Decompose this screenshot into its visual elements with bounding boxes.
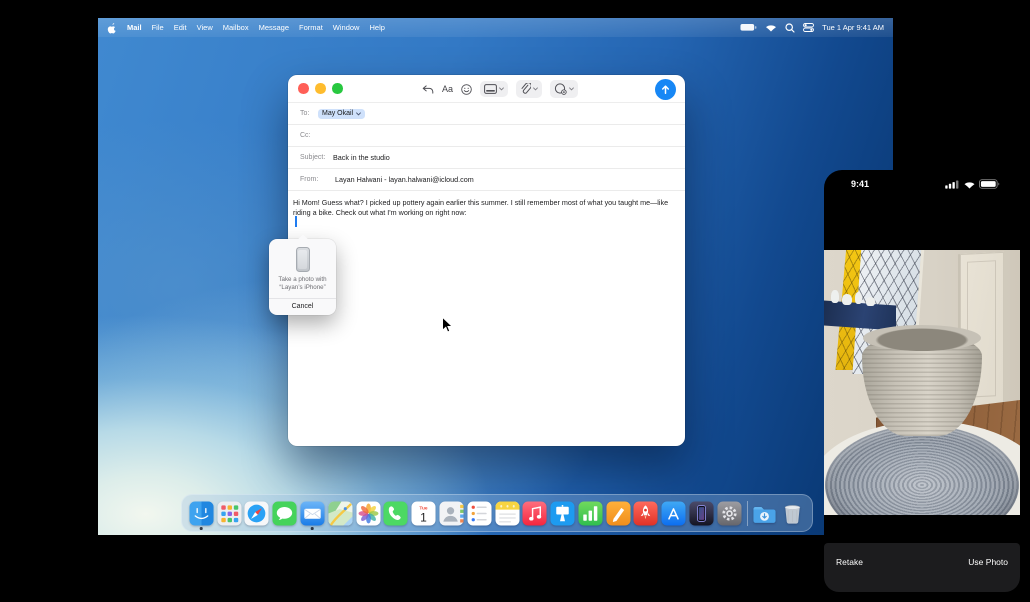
retake-button[interactable]: Retake [836,557,863,567]
pottery-piece [831,290,839,303]
subject-field[interactable]: Subject: Back in the studio [288,147,685,169]
svg-text:1: 1 [420,510,427,524]
pottery-piece [866,297,875,306]
battery-icon [979,179,1000,189]
from-value: Layan Halwani - layan.halwani@icloud.com [335,175,474,184]
dock-settings-icon[interactable] [717,501,742,526]
mac-display: Mail File Edit View Mailbox Message Format Wind… [98,18,893,535]
apple-menu[interactable] [107,22,117,34]
iphone-clock: 9:41 [851,179,869,189]
fullscreen-button[interactable] [332,83,343,94]
send-button[interactable] [655,79,676,100]
dock: Tue1 [181,494,813,532]
dock-messages-icon[interactable] [272,501,297,526]
message-body[interactable]: Hi Mom! Guess what? I picked up pottery … [288,191,685,217]
continuity-camera-button[interactable] [550,80,578,98]
cancel-button[interactable]: Cancel [269,299,336,315]
popover-text: Take a photo with “Layan’s iPhone” [269,276,336,292]
dock-rocket-icon[interactable] [633,501,658,526]
dock-keynote-icon[interactable] [550,501,575,526]
menu-item-view[interactable]: View [197,23,213,32]
undo-icon[interactable] [422,85,434,94]
dock-phone-icon[interactable] [383,501,408,526]
menu-item-message[interactable]: Message [259,23,289,32]
cellular-icon [945,180,959,189]
wifi-icon[interactable] [765,23,777,32]
dock-notes-icon[interactable] [495,501,520,526]
shelf [824,300,896,330]
emoji-icon[interactable] [461,84,472,95]
iphone-screen: 9:41 Retake Use Photo [824,170,1020,597]
media-browser-button[interactable] [480,81,508,97]
menu-clock[interactable]: Tue 1 Apr 9:41 AM [822,23,884,32]
to-label: To: [300,110,318,117]
menu-item-mailbox[interactable]: Mailbox [223,23,249,32]
menu-item-file[interactable]: File [152,23,164,32]
dock-downloads-icon[interactable] [752,501,777,526]
battery-icon[interactable] [740,23,757,32]
from-label: From: [300,176,335,183]
dock-contacts-icon[interactable] [439,501,464,526]
clay-bowl [862,328,982,442]
dock-launchpad-icon[interactable] [217,501,242,526]
close-button[interactable] [298,83,309,94]
chevron-down-icon [356,112,361,116]
compose-toolbar: Aa [422,75,578,103]
dock-mail-icon[interactable] [300,501,325,526]
menu-status-area: Tue 1 Apr 9:41 AM [740,23,884,33]
cc-label: Cc: [300,132,318,139]
dock-iphone-mirroring-icon[interactable] [689,501,714,526]
to-field[interactable]: To: May Okail [288,103,685,125]
dock-calendar-icon[interactable]: Tue1 [411,501,436,526]
dock-reminders-icon[interactable] [467,501,492,526]
from-field[interactable]: From: Layan Halwani - layan.halwani@iclo… [288,169,685,191]
dock-maps-icon[interactable] [328,501,353,526]
dock-safari-icon[interactable] [244,501,269,526]
control-center-icon[interactable] [803,23,814,32]
menu-items: Mail File Edit View Mailbox Message Format Wind… [127,23,385,32]
mouse-cursor [441,316,453,334]
subject-value: Back in the studio [333,153,390,162]
dock-pages-icon[interactable] [606,501,631,526]
dock-trash-icon[interactable] [780,501,805,526]
recipient-token[interactable]: May Okail [318,109,365,119]
camera-preview [824,250,1020,515]
dock-photos-icon[interactable] [356,501,381,526]
menu-item-format[interactable]: Format [299,23,323,32]
menu-bar: Mail File Edit View Mailbox Message Format Wind… [98,18,893,37]
window-titlebar[interactable]: Aa [288,75,685,103]
dock-divider [747,501,748,526]
traffic-lights [298,83,343,94]
dock-numbers-icon[interactable] [578,501,603,526]
mail-compose-window: Aa To: May Okail Cc: Subject: Back in th… [288,75,685,446]
iphone-status-bar: 9:41 [824,179,1020,189]
dock-appstore-icon[interactable] [661,501,686,526]
iphone-icon [296,247,310,272]
text-caret [295,216,297,227]
pottery-piece [855,292,862,304]
minimize-button[interactable] [315,83,326,94]
format-button[interactable]: Aa [442,84,453,94]
camera-action-bar: Retake Use Photo [824,543,1020,592]
menu-item-window[interactable]: Window [333,23,360,32]
continuity-camera-popover: Take a photo with “Layan’s iPhone” Cance… [269,239,336,315]
menu-item-mail[interactable]: Mail [127,23,142,32]
dock-finder-icon[interactable] [189,501,214,526]
attach-button[interactable] [516,80,542,98]
pottery-piece [842,294,852,305]
subject-label: Subject: [300,154,333,161]
cc-field[interactable]: Cc: [288,125,685,147]
menu-item-help[interactable]: Help [369,23,384,32]
search-icon[interactable] [785,23,795,33]
dock-music-icon[interactable] [522,501,547,526]
wifi-icon [963,180,976,189]
menu-item-edit[interactable]: Edit [174,23,187,32]
use-photo-button[interactable]: Use Photo [968,557,1008,567]
